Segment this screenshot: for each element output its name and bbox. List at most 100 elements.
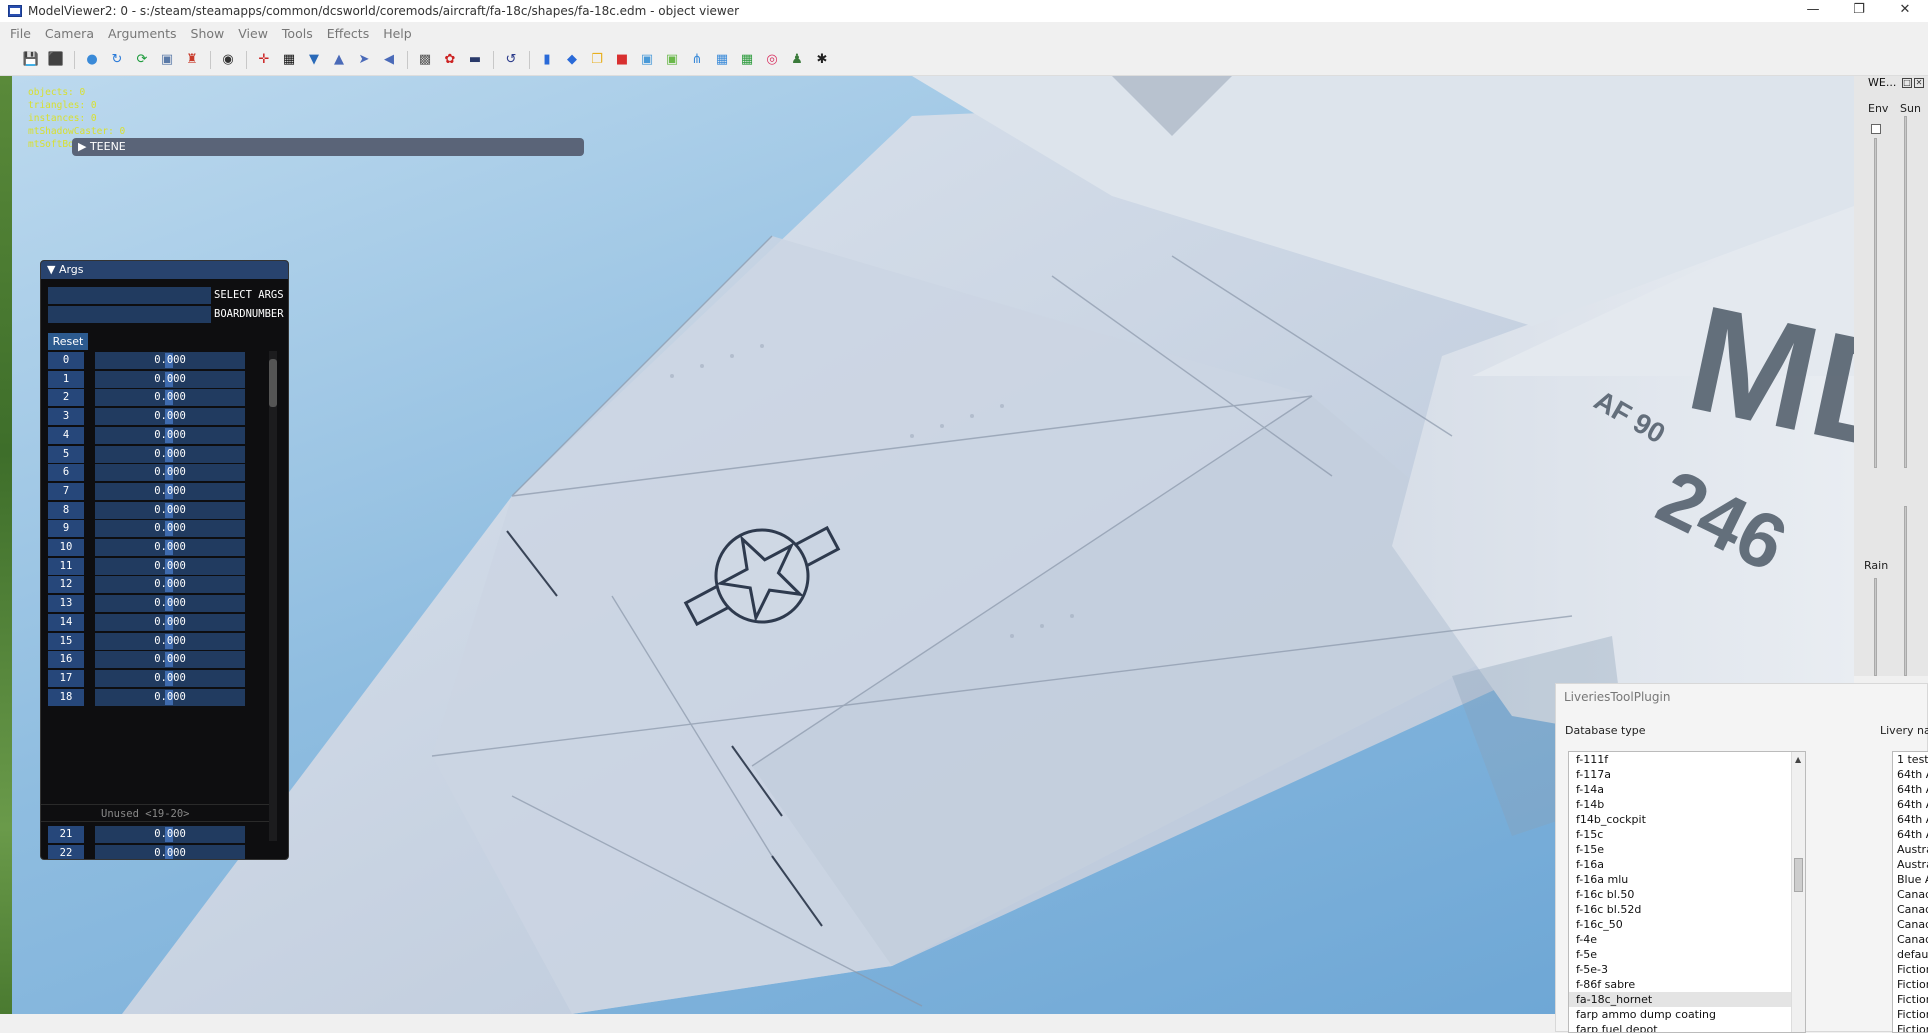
menu-help[interactable]: Help	[383, 26, 412, 41]
livery-item[interactable]: 64th A	[1893, 782, 1928, 797]
livery-item[interactable]: Canad	[1893, 932, 1928, 947]
grid-green-icon[interactable]: ▦	[738, 51, 756, 69]
database-type-item[interactable]: f-15c	[1569, 827, 1805, 842]
database-type-item[interactable]: f-14b	[1569, 797, 1805, 812]
skeleton-icon[interactable]: ♜	[183, 51, 201, 69]
grid-black-icon[interactable]: ▦	[280, 51, 298, 69]
person-icon[interactable]: ♟	[788, 51, 806, 69]
database-type-item[interactable]: f-5e	[1569, 947, 1805, 962]
arg-value-slider[interactable]: 0.000	[95, 445, 245, 463]
database-type-item[interactable]: f-86f sabre	[1569, 977, 1805, 992]
minimize-button[interactable]: —	[1790, 0, 1836, 22]
boardnumber-input[interactable]	[48, 306, 211, 323]
database-type-item[interactable]: f-117a	[1569, 767, 1805, 782]
colors-icon[interactable]: ✿	[441, 51, 459, 69]
weather-panel-pin-button[interactable]: □	[1902, 78, 1912, 88]
livery-item[interactable]: Canad	[1893, 887, 1928, 902]
weather-slider-2[interactable]	[1904, 506, 1907, 676]
livery-item[interactable]: Blue A	[1893, 872, 1928, 887]
database-type-item[interactable]: farp fuel depot	[1569, 1022, 1805, 1032]
env-checkbox[interactable]	[1871, 124, 1881, 134]
refresh-green-icon[interactable]: ⟳	[133, 51, 151, 69]
arg-value-slider[interactable]: 0.000	[95, 669, 245, 687]
database-type-item[interactable]: f-111f	[1569, 752, 1805, 767]
database-type-item[interactable]: f-16a	[1569, 857, 1805, 872]
arg-value-slider[interactable]: 0.000	[95, 426, 245, 444]
database-type-item[interactable]: f-16a mlu	[1569, 872, 1805, 887]
database-scroll-thumb[interactable]	[1794, 858, 1803, 892]
picture-icon[interactable]: ▣	[158, 51, 176, 69]
arg-value-slider[interactable]: 0.000	[95, 464, 245, 482]
bar-chart-icon[interactable]: ▮	[538, 51, 556, 69]
arg-value-slider[interactable]: 0.000	[95, 501, 245, 519]
maximize-button[interactable]: ❐	[1836, 0, 1882, 22]
arg-value-slider[interactable]: 0.000	[95, 613, 245, 631]
save-icon[interactable]: 💾	[22, 51, 40, 69]
env-slider[interactable]	[1874, 138, 1877, 468]
database-type-item[interactable]: fa-18c_hornet	[1569, 992, 1805, 1007]
arg-value-slider[interactable]: 0.000	[95, 539, 245, 556]
database-scrollbar[interactable]: ▲	[1791, 752, 1805, 1032]
cone-icon[interactable]: ▲	[330, 51, 348, 69]
menu-file[interactable]: File	[10, 26, 31, 41]
livery-item[interactable]: Fiction	[1893, 962, 1928, 977]
database-type-item[interactable]: f-16c_50	[1569, 917, 1805, 932]
scroll-up-arrow-icon[interactable]: ▲	[1795, 755, 1801, 764]
livery-item[interactable]: Fiction	[1893, 1007, 1928, 1022]
arg-value-slider[interactable]: 0.000	[95, 389, 245, 407]
menu-show[interactable]: Show	[191, 26, 225, 41]
database-type-item[interactable]: f-4e	[1569, 932, 1805, 947]
livery-item[interactable]: Fiction	[1893, 977, 1928, 992]
database-type-item[interactable]: f14b_cockpit	[1569, 812, 1805, 827]
reset-button[interactable]: Reset	[48, 333, 88, 350]
box-blue-icon[interactable]: ▣	[638, 51, 656, 69]
livery-item[interactable]: 64th A	[1893, 767, 1928, 782]
arg-value-slider[interactable]: 0.000	[95, 520, 245, 538]
livery-item[interactable]: 64th A	[1893, 827, 1928, 842]
camera-icon[interactable]: ◉	[219, 51, 237, 69]
arg-value-slider[interactable]: 0.000	[95, 595, 245, 613]
terminal-icon[interactable]: ▬	[466, 51, 484, 69]
arg-value-slider[interactable]: 0.000	[95, 370, 245, 388]
database-type-item[interactable]: f-16c bl.52d	[1569, 902, 1805, 917]
menu-arguments[interactable]: Arguments	[108, 26, 177, 41]
livery-item[interactable]: Fiction	[1893, 992, 1928, 1007]
sun-slider[interactable]	[1904, 116, 1907, 468]
rain-slider[interactable]	[1874, 578, 1877, 676]
arg-value-slider[interactable]: 0.000	[95, 688, 245, 706]
teene-collapsed-panel[interactable]: ▶ TEENE	[72, 138, 584, 156]
close-button[interactable]: ✕	[1882, 0, 1928, 22]
undo-icon[interactable]: ↺	[502, 51, 520, 69]
reload-icon[interactable]: ↻	[108, 51, 126, 69]
livery-name-list[interactable]: 1 test64th A64th A64th A64th A64th AAust…	[1892, 751, 1928, 1033]
database-type-item[interactable]: f-5e-3	[1569, 962, 1805, 977]
select-args-input[interactable]	[48, 287, 211, 304]
args-scroll-thumb[interactable]	[269, 359, 277, 407]
args-scrollbar[interactable]	[269, 351, 277, 841]
arg-value-slider[interactable]: 0.000	[95, 651, 245, 669]
arg-value-slider[interactable]: 0.000	[95, 557, 245, 575]
box-green-icon[interactable]: ▣	[663, 51, 681, 69]
database-type-item[interactable]: farp ammo dump coating	[1569, 1007, 1805, 1022]
livery-item[interactable]: Canad	[1893, 902, 1928, 917]
arg-value-slider[interactable]: 0.000	[95, 632, 245, 650]
arg-value-slider[interactable]: 0.000	[95, 576, 245, 594]
database-type-item[interactable]: f-15e	[1569, 842, 1805, 857]
livery-item[interactable]: 1 test	[1893, 752, 1928, 767]
cube-red-icon[interactable]: ■	[613, 51, 631, 69]
weather-panel-close-button[interactable]: ✕	[1914, 78, 1924, 88]
livery-item[interactable]: Canad	[1893, 917, 1928, 932]
arg-value-slider[interactable]: 0.000	[95, 408, 245, 426]
arg-value-slider[interactable]: 0.000	[95, 826, 245, 843]
copy-icon[interactable]: ❐	[588, 51, 606, 69]
target-icon[interactable]: ◎	[763, 51, 781, 69]
arg-value-slider[interactable]: 0.000	[95, 482, 245, 500]
funnel-icon[interactable]: ▼	[305, 51, 323, 69]
livery-item[interactable]: Austra	[1893, 842, 1928, 857]
texture-icon[interactable]: ▩	[416, 51, 434, 69]
arg-value-slider[interactable]: 0.000	[95, 352, 245, 369]
livery-item[interactable]: Fiction	[1893, 1022, 1928, 1032]
menu-tools[interactable]: Tools	[282, 26, 313, 41]
sphere-icon[interactable]: ●	[83, 51, 101, 69]
crosshair-icon[interactable]: ✛	[255, 51, 273, 69]
